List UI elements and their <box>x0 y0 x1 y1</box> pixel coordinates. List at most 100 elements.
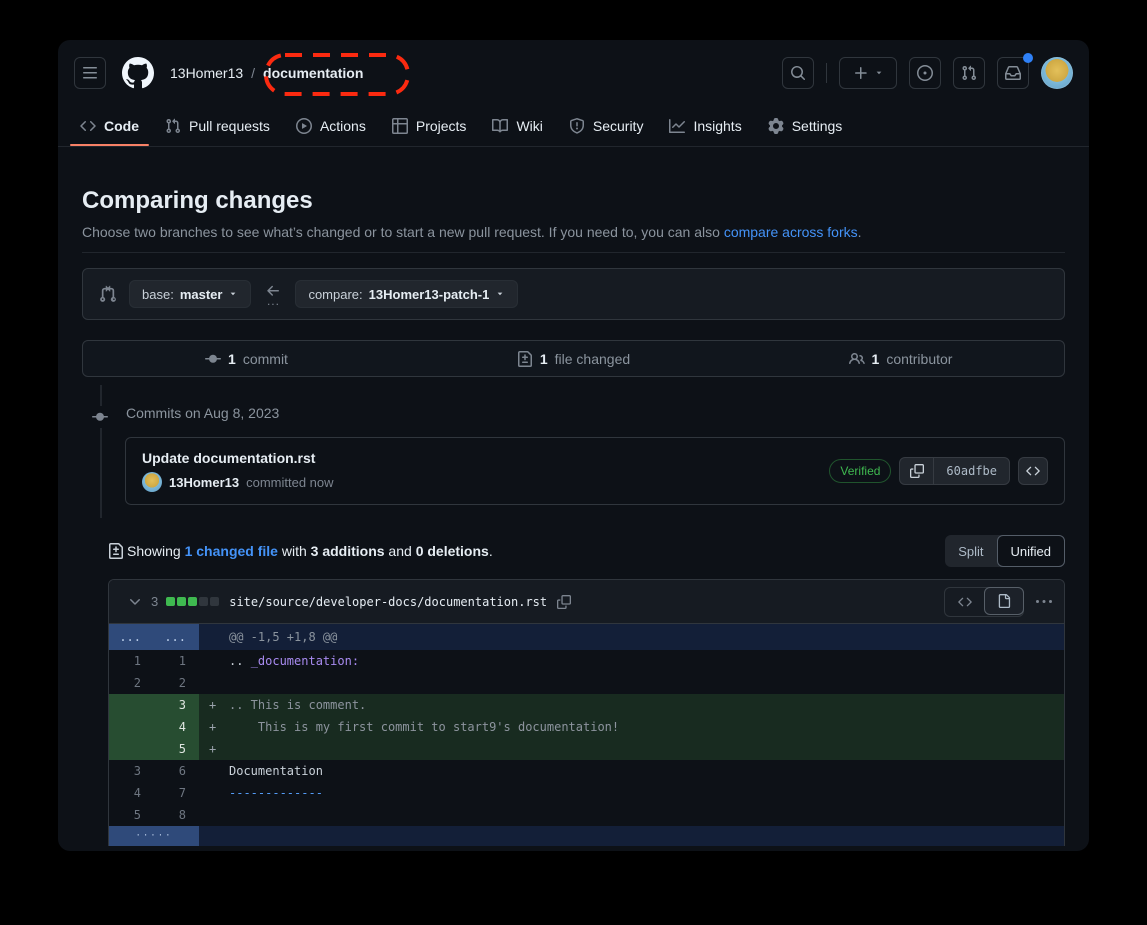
new-line-number[interactable]: 6 <box>154 760 199 782</box>
old-line-number[interactable] <box>109 716 154 738</box>
issue-opened-icon <box>917 65 933 81</box>
gear-icon <box>768 118 784 134</box>
copy-sha-button[interactable] <box>900 458 934 484</box>
new-line-number[interactable]: 3 <box>154 694 199 716</box>
kebab-menu-icon[interactable] <box>1036 594 1052 610</box>
commit-author-avatar[interactable] <box>142 472 162 492</box>
commits-date-heading: Commits on Aug 8, 2023 <box>126 405 279 421</box>
old-line-number[interactable]: ... <box>109 624 154 650</box>
tab-wiki-label: Wiki <box>516 118 542 134</box>
tab-pull-requests[interactable]: Pull requests <box>155 106 280 146</box>
changed-file-link[interactable]: 1 changed file <box>185 543 278 559</box>
tab-security-label: Security <box>593 118 644 134</box>
pull-requests-button[interactable] <box>953 57 985 89</box>
dropdown-caret-icon <box>495 289 505 299</box>
old-line-number[interactable]: 3 <box>109 760 154 782</box>
user-avatar[interactable] <box>1041 57 1073 89</box>
git-pull-request-icon <box>165 118 181 134</box>
split-toggle-button[interactable]: Split <box>945 535 996 567</box>
breadcrumb-repo[interactable]: documentation <box>263 65 363 81</box>
commits-heading: Commits on Aug 8, 2023 <box>82 405 1065 421</box>
source-view-button[interactable] <box>945 588 985 616</box>
new-line-number[interactable]: 5 <box>154 738 199 760</box>
people-icon <box>849 351 865 367</box>
github-logo-icon[interactable] <box>122 57 154 89</box>
new-line-number[interactable]: 7 <box>154 782 199 804</box>
new-line-number[interactable]: 4 <box>154 716 199 738</box>
three-bars-icon <box>82 65 98 81</box>
issues-button[interactable] <box>909 57 941 89</box>
rendered-view-button[interactable] <box>984 587 1024 615</box>
create-new-button[interactable] <box>839 57 897 89</box>
diff-sign: + <box>209 694 229 716</box>
git-pull-request-icon <box>961 65 977 81</box>
browse-code-button[interactable] <box>1018 457 1048 485</box>
tab-actions[interactable]: Actions <box>286 106 376 146</box>
new-line-number[interactable]: 8 <box>154 804 199 826</box>
unified-toggle-button[interactable]: Unified <box>997 535 1065 567</box>
file-diff-icon <box>517 351 533 367</box>
old-line-number[interactable]: 2 <box>109 672 154 694</box>
code-line: + <box>199 738 1064 760</box>
file-path[interactable]: site/source/developer-docs/documentation… <box>229 595 547 609</box>
tab-wiki[interactable]: Wiki <box>482 106 552 146</box>
code-segment: ------------- <box>229 786 323 800</box>
diff-row-addition: 5+ <box>109 738 1064 760</box>
changes-count: 3 <box>151 594 158 609</box>
collapse-chevron-down-icon[interactable] <box>127 594 143 610</box>
tab-projects[interactable]: Projects <box>382 106 477 146</box>
book-icon <box>492 118 508 134</box>
breadcrumb-owner[interactable]: 13Homer13 <box>170 65 243 81</box>
diff-file-header: 3 site/source/developer-docs/documentati… <box>109 580 1064 624</box>
main-content: Comparing changes Choose two branches to… <box>58 186 1089 846</box>
code-line: .. _documentation: <box>199 650 1064 672</box>
breadcrumb: 13Homer13 / documentation <box>170 65 363 81</box>
copy-path-icon[interactable] <box>557 595 571 609</box>
stat-files-changed[interactable]: 1 file changed <box>410 351 737 367</box>
tab-settings[interactable]: Settings <box>758 106 853 146</box>
diff-row-addition: 4+ This is my first commit to start9's d… <box>109 716 1064 738</box>
hamburger-menu-button[interactable] <box>74 57 106 89</box>
diff-row-context: 58 <box>109 804 1064 826</box>
diffstat-squares <box>166 597 219 606</box>
commit-author[interactable]: 13Homer13 <box>169 475 239 490</box>
showing-text: Showing <box>127 543 185 559</box>
new-line-number[interactable]: 2 <box>154 672 199 694</box>
new-line-number[interactable]: ... <box>154 624 199 650</box>
compare-branch-selector[interactable]: compare: 13Homer13-patch-1 <box>295 280 518 308</box>
period-text: . <box>489 543 493 559</box>
old-line-number[interactable]: 1 <box>109 650 154 672</box>
tab-code[interactable]: Code <box>70 106 149 146</box>
code-segment: This is my first commit to start9's docu… <box>229 720 619 734</box>
stat-contributors[interactable]: 1 contributor <box>737 351 1064 367</box>
commit-sha[interactable]: 60adfbe <box>934 458 1009 484</box>
new-line-number[interactable]: 1 <box>154 650 199 672</box>
search-button[interactable] <box>782 57 814 89</box>
chevron-down-icon <box>874 68 884 78</box>
old-line-number[interactable]: 4 <box>109 782 154 804</box>
divider-rule <box>82 252 1065 253</box>
diff-row-hunk: ......@@ -1,5 +1,8 @@ <box>109 624 1064 650</box>
tab-insights[interactable]: Insights <box>659 106 751 146</box>
contributors-count: 1 <box>872 351 880 367</box>
search-icon <box>790 65 806 81</box>
commit-card: Update documentation.rst 13Homer13 commi… <box>125 437 1065 505</box>
code-line: + This is my first commit to start9's do… <box>199 716 1064 738</box>
notifications-wrap <box>997 57 1029 89</box>
expand-hunk-button[interactable]: ····· <box>109 826 199 846</box>
tab-security[interactable]: Security <box>559 106 654 146</box>
tab-pull-requests-label: Pull requests <box>189 118 270 134</box>
code-line <box>199 804 1064 826</box>
old-line-number[interactable]: 5 <box>109 804 154 826</box>
old-line-number[interactable] <box>109 738 154 760</box>
tab-code-label: Code <box>104 118 139 134</box>
dropdown-caret-icon <box>228 289 238 299</box>
branch-compare-bar: base: master ... compare: 13Homer13-patc… <box>82 268 1065 320</box>
commit-actions: Verified 60adfbe <box>829 457 1048 485</box>
verified-badge[interactable]: Verified <box>829 459 891 483</box>
commit-title-link[interactable]: Update documentation.rst <box>142 450 334 466</box>
base-branch-selector[interactable]: base: master <box>129 280 251 308</box>
compare-across-forks-link[interactable]: compare across forks <box>724 224 858 240</box>
old-line-number[interactable] <box>109 694 154 716</box>
stat-commits[interactable]: 1 commit <box>83 351 410 367</box>
